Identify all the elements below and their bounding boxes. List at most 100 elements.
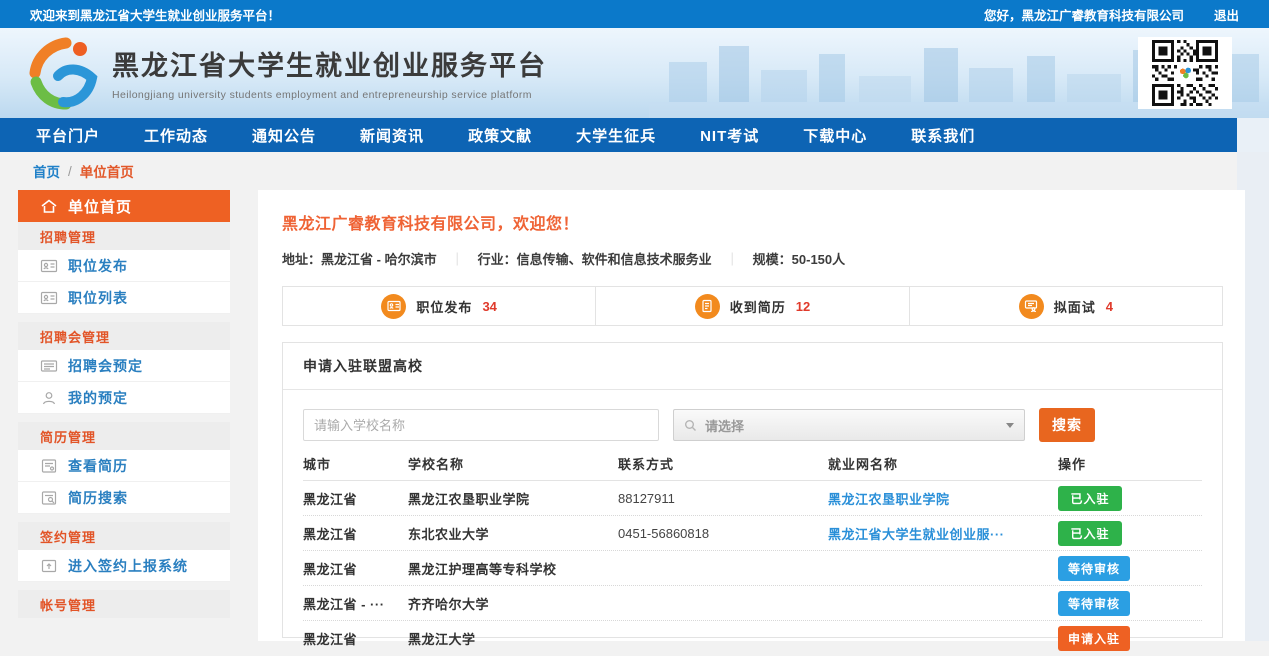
search-button[interactable]: 搜索 [1039, 408, 1095, 442]
company-welcome-title: 黑龙江广睿教育科技有限公司，欢迎您！ [282, 210, 1223, 234]
top-bar: 欢迎来到黑龙江省大学生就业创业服务平台！ 您好，黑龙江广睿教育科技有限公司 退出 [0, 0, 1269, 28]
resume-search-icon [40, 490, 58, 506]
welcome-text: 欢迎来到黑龙江省大学生就业创业服务平台！ [30, 5, 280, 24]
table-header-row: 城市 学校名称 联系方式 就业网名称 操作 [303, 446, 1202, 481]
col-city: 城市 [303, 454, 408, 473]
stat-value: 4 [1106, 299, 1113, 314]
stat-value: 34 [482, 299, 496, 314]
employment-site-link[interactable]: 黑龙江省大学生就业创业服··· [828, 527, 1005, 542]
sidebar-section-header: 帐号管理 [18, 590, 230, 618]
col-contact: 联系方式 [618, 454, 828, 473]
cell-city: 黑龙江省 [303, 559, 408, 578]
scale-label: 规模： [753, 249, 792, 268]
nav-item-nit-exam[interactable]: NIT考试 [700, 125, 759, 146]
stat-label: 收到简历 [730, 297, 786, 316]
breadcrumb-home-link[interactable]: 首页 [33, 161, 60, 181]
nav-item-recruitment[interactable]: 大学生征兵 [576, 125, 656, 146]
sidebar-item-contract-system[interactable]: 进入签约上报系统 [18, 550, 230, 582]
sidebar-item-label: 招聘会预定 [68, 356, 143, 376]
info-divider: ｜ [451, 249, 464, 268]
chevron-down-icon [1006, 423, 1014, 428]
cell-city: 黑龙江省 [303, 629, 408, 648]
stat-job-publish: 职位发布 34 [283, 287, 596, 325]
sidebar-group-jobfair: 招聘会管理 招聘会预定 我的预定 [18, 322, 230, 414]
table-row: 黑龙江省 黑龙江大学 申请入驻 [303, 621, 1202, 656]
sidebar-item-label: 简历搜索 [68, 488, 128, 508]
col-site: 就业网名称 [828, 454, 1058, 473]
sidebar-section-header: 招聘管理 [18, 222, 230, 250]
id-card-list-icon [40, 290, 58, 306]
upload-icon [40, 558, 58, 574]
id-card-icon [40, 258, 58, 274]
site-title: 黑龙江省大学生就业创业服务平台 [112, 44, 547, 83]
schools-table: 城市 学校名称 联系方式 就业网名称 操作 黑龙江省 黑龙江农垦职业学院 881… [283, 446, 1222, 656]
nav-item-downloads[interactable]: 下载中心 [803, 125, 867, 146]
sidebar-item-resume-search[interactable]: 简历搜索 [18, 482, 230, 514]
breadcrumb: 首页 / 单位首页 [33, 152, 134, 190]
search-icon [684, 419, 697, 432]
sidebar-item-jobfair-booking[interactable]: 招聘会预定 [18, 350, 230, 382]
sidebar-item-job-list[interactable]: 职位列表 [18, 282, 230, 314]
stat-resumes-received: 收到简历 12 [596, 287, 909, 325]
sidebar-item-label: 我的预定 [68, 388, 128, 408]
select-value: 请选择 [705, 416, 998, 435]
joined-badge-button[interactable]: 已入驻 [1058, 486, 1122, 511]
breadcrumb-current: 单位首页 [80, 161, 134, 181]
employment-site-link[interactable]: 黑龙江农垦职业学院 [828, 492, 950, 507]
school-select[interactable]: 请选择 [673, 409, 1025, 441]
main-nav: 平台门户 工作动态 通知公告 新闻资讯 政策文献 大学生征兵 NIT考试 下载中… [0, 118, 1237, 152]
site-header: 黑龙江省大学生就业创业服务平台 Heilongjiang university … [0, 28, 1269, 118]
industry-label: 行业： [478, 249, 517, 268]
interview-icon [1019, 294, 1044, 319]
cell-city: 黑龙江省 [303, 489, 408, 508]
nav-item-work-news[interactable]: 工作动态 [144, 125, 208, 146]
qr-code [1138, 37, 1232, 109]
sidebar-item-label: 进入签约上报系统 [68, 556, 188, 576]
address-label: 地址： [282, 249, 321, 268]
pending-review-button[interactable]: 等待审核 [1058, 591, 1130, 616]
cell-school: 齐齐哈尔大学 [408, 594, 618, 613]
cell-city: 黑龙江省 [303, 524, 408, 543]
nav-item-portal[interactable]: 平台门户 [36, 125, 100, 146]
table-row: 黑龙江省 - ··· 齐齐哈尔大学 等待审核 [303, 586, 1202, 621]
platform-logo-icon [28, 36, 102, 110]
sidebar-item-label: 职位列表 [68, 288, 128, 308]
stat-planned-interviews: 拟面试 4 [910, 287, 1222, 325]
sidebar-item-job-publish[interactable]: 职位发布 [18, 250, 230, 282]
nav-item-news[interactable]: 新闻资讯 [360, 125, 424, 146]
sidebar-item-label: 职位发布 [68, 256, 128, 276]
sidebar-section-header: 招聘会管理 [18, 322, 230, 350]
pending-review-button[interactable]: 等待审核 [1058, 556, 1130, 581]
logout-link[interactable]: 退出 [1214, 5, 1239, 24]
sidebar-item-my-booking[interactable]: 我的预定 [18, 382, 230, 414]
sidebar-group-resume: 简历管理 查看简历 简历搜索 [18, 422, 230, 514]
main-content: 黑龙江广睿教育科技有限公司，欢迎您！ 地址： 黑龙江省 - 哈尔滨市 ｜ 行业：… [258, 190, 1245, 641]
sidebar-item-view-resume[interactable]: 查看简历 [18, 450, 230, 482]
site-subtitle: Heilongjiang university students employm… [112, 89, 547, 101]
sidebar-item-label: 查看简历 [68, 456, 128, 476]
nav-item-notices[interactable]: 通知公告 [252, 125, 316, 146]
sidebar-item-unit-home[interactable]: 单位首页 [18, 190, 230, 222]
person-icon [40, 390, 58, 406]
stat-label: 拟面试 [1054, 297, 1096, 316]
sidebar-group-account: 帐号管理 [18, 590, 230, 618]
cell-school: 黑龙江大学 [408, 629, 618, 648]
cell-contact: 88127911 [618, 491, 828, 506]
school-name-input[interactable] [303, 409, 659, 441]
table-row: 黑龙江省 黑龙江护理高等专科学校 等待审核 [303, 551, 1202, 586]
joined-badge-button[interactable]: 已入驻 [1058, 521, 1122, 546]
info-divider: ｜ [726, 249, 739, 268]
stat-label: 职位发布 [416, 297, 472, 316]
board-icon [40, 358, 58, 374]
nav-item-contact[interactable]: 联系我们 [911, 125, 975, 146]
scale-value: 50-150人 [792, 249, 845, 268]
apply-join-button[interactable]: 申请入驻 [1058, 626, 1130, 651]
section-title: 申请入驻联盟高校 [283, 343, 1222, 390]
cell-contact: 0451-56860818 [618, 526, 828, 541]
table-row: 黑龙江省 东北农业大学 0451-56860818 黑龙江省大学生就业创业服··… [303, 516, 1202, 551]
cell-city: 黑龙江省 - ··· [303, 594, 408, 613]
nav-item-policy[interactable]: 政策文献 [468, 125, 532, 146]
col-school: 学校名称 [408, 454, 618, 473]
sidebar-group-recruit: 招聘管理 职位发布 职位列表 [18, 222, 230, 314]
sidebar-section-header: 简历管理 [18, 422, 230, 450]
